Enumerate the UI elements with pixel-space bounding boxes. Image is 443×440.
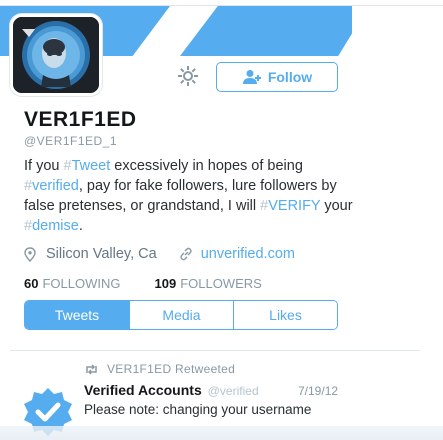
banner-shape-right: [180, 6, 352, 56]
follow-button[interactable]: Follow: [216, 62, 338, 92]
hashtag-symbol: #: [24, 178, 33, 194]
hashtag-symbol: #: [24, 218, 33, 234]
tweet-date[interactable]: 7/19/12: [298, 384, 338, 398]
hashtag-verified[interactable]: verified: [32, 178, 79, 194]
banner-divider: [0, 5, 443, 6]
profile-stats: 60 FOLLOWING 109 FOLLOWERS: [24, 276, 262, 291]
profile-handle[interactable]: @VER1F1ED_1: [24, 134, 117, 148]
retweet-label: VER1F1ED Retweeted: [107, 362, 236, 376]
followers-count: 109: [154, 276, 177, 291]
profile-avatar[interactable]: [10, 14, 102, 96]
add-user-icon: [242, 70, 261, 84]
gear-icon[interactable]: [176, 64, 200, 88]
tab-media[interactable]: Media: [129, 301, 233, 329]
avatar-image: [13, 17, 99, 93]
bio-text: excessively in hopes of being: [110, 158, 303, 174]
followers-label: FOLLOWERS: [180, 276, 262, 291]
retweet-context: VER1F1ED Retweeted: [84, 362, 235, 376]
profile-name: VER1F1ED: [24, 108, 137, 131]
tweet-header: Verified Accounts @verified 7/19/12: [84, 382, 338, 398]
hashtag-tweet[interactable]: Tweet: [72, 158, 111, 174]
location-pin-icon: [24, 246, 36, 262]
bottom-bar: [0, 426, 443, 440]
tweet-author[interactable]: Verified Accounts: [84, 382, 202, 398]
following-label: FOLLOWING: [42, 276, 121, 291]
profile-website[interactable]: unverified.com: [201, 246, 295, 262]
hashtag-symbol: #: [63, 158, 72, 174]
profile-meta: Silicon Valley, Ca unverified.com: [24, 246, 295, 262]
verified-badge-art-icon: [13, 17, 99, 93]
tab-tweets[interactable]: Tweets: [25, 301, 129, 329]
profile-tabs: Tweets Media Likes: [24, 300, 338, 330]
follow-button-label: Follow: [267, 69, 313, 85]
tweet-author-handle[interactable]: @verified: [208, 384, 259, 398]
followers-stat[interactable]: 109 FOLLOWERS: [154, 276, 261, 291]
tab-likes[interactable]: Likes: [233, 301, 337, 329]
profile-location: Silicon Valley, Ca: [46, 246, 157, 262]
hashtag-verify[interactable]: VERIFY: [268, 198, 320, 214]
bio-text: If you: [24, 158, 64, 174]
tweet-text: Please note: changing your username: [84, 402, 312, 417]
profile-bio: If you #Tweet excessively in hopes of be…: [24, 156, 354, 236]
timeline-divider: [10, 350, 420, 351]
link-icon: [179, 247, 192, 261]
following-stat[interactable]: 60 FOLLOWING: [24, 276, 120, 291]
bio-text: .: [78, 218, 83, 234]
bio-text: your: [320, 198, 353, 214]
retweet-icon: [86, 363, 97, 375]
hashtag-demise[interactable]: demise: [32, 218, 79, 234]
following-count: 60: [24, 276, 39, 291]
